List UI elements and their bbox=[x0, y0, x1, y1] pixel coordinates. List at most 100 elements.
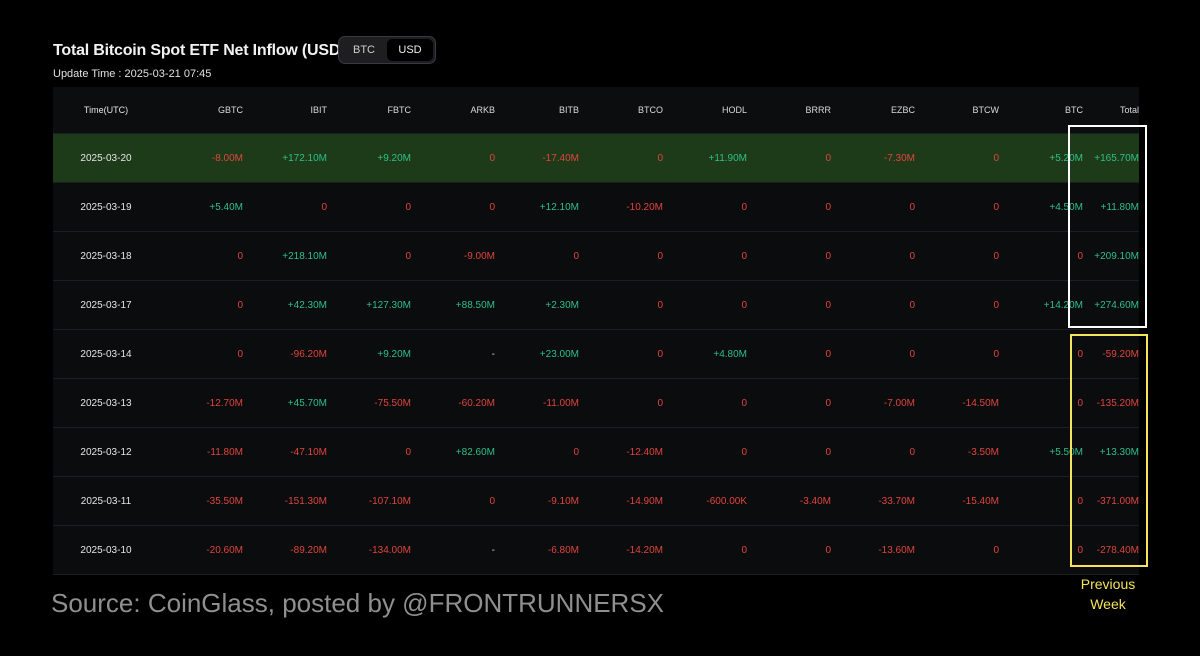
flow-cell: 0 bbox=[825, 152, 831, 164]
column-header[interactable]: BRRR bbox=[747, 105, 831, 115]
table-body: 2025-03-20 -8.00M +172.10M +9.20M 0 -17.40M 0 +… bbox=[53, 134, 1139, 575]
flow-cell: -3.50M bbox=[967, 446, 999, 458]
table-header-row: Time(UTC) GBTC IBIT FBTC ARKB BITB BTCO HODL BRR… bbox=[53, 87, 1139, 134]
row-date: 2025-03-17 bbox=[80, 299, 132, 311]
flow-cell: -13.60M bbox=[878, 544, 915, 556]
flow-cell: 0 bbox=[993, 152, 999, 164]
flow-cell: -9.10M bbox=[547, 495, 579, 507]
source-caption: Source: CoinGlass, posted by @FRONTRUNNE… bbox=[51, 588, 665, 618]
flow-cell: +11.90M bbox=[708, 152, 747, 164]
flow-cell: -60.20M bbox=[458, 397, 495, 409]
flow-cell: 0 bbox=[657, 299, 663, 311]
flow-cell: +2.30M bbox=[545, 299, 579, 311]
flow-cell: 0 bbox=[489, 201, 495, 213]
flow-cell: 0 bbox=[657, 348, 663, 360]
column-header[interactable]: FBTC bbox=[327, 105, 412, 115]
column-header[interactable]: EZBC bbox=[831, 105, 915, 115]
previous-week-label: Previous Week bbox=[1070, 574, 1146, 614]
flow-cell: 0 bbox=[909, 250, 915, 262]
flow-cell: 0 bbox=[657, 397, 663, 409]
flow-cell: -151.30M bbox=[284, 495, 327, 507]
toggle-btc-button[interactable]: BTC bbox=[341, 39, 387, 61]
table-row: 2025-03-10 -20.60M -89.20M -134.00M - -6.80M -… bbox=[53, 526, 1139, 575]
flow-cell: 0 bbox=[993, 348, 999, 360]
flow-cell: -134.00M bbox=[368, 544, 411, 556]
flow-cell: +5.40M bbox=[209, 201, 243, 213]
flow-cell: -6.80M bbox=[547, 544, 579, 556]
flow-cell: 0 bbox=[237, 299, 243, 311]
current-week-box bbox=[1068, 125, 1147, 328]
flow-cell: -11.00M bbox=[543, 397, 579, 409]
flow-cell: 0 bbox=[741, 201, 747, 213]
flow-cell: 0 bbox=[825, 348, 831, 360]
flow-cell: -35.50M bbox=[206, 495, 243, 507]
currency-toggle[interactable]: BTC USD bbox=[338, 36, 436, 64]
flow-cell: 0 bbox=[993, 250, 999, 262]
flow-cell: +9.20M bbox=[377, 152, 411, 164]
table-row: 2025-03-13 -12.70M +45.70M -75.50M -60.20M -1… bbox=[53, 379, 1139, 428]
row-date: 2025-03-18 bbox=[80, 250, 132, 262]
flow-cell: 0 bbox=[741, 397, 747, 409]
toggle-usd-button[interactable]: USD bbox=[387, 39, 433, 61]
column-header[interactable]: ARKB bbox=[411, 105, 495, 115]
column-header[interactable]: BITB bbox=[495, 105, 579, 115]
flow-cell: 0 bbox=[405, 201, 411, 213]
column-header[interactable]: BTCW bbox=[915, 105, 1000, 115]
flow-cell: -7.00M bbox=[883, 397, 915, 409]
flow-cell: -107.10M bbox=[368, 495, 411, 507]
column-header[interactable]: Total bbox=[1083, 105, 1139, 115]
column-header[interactable]: IBIT bbox=[243, 105, 327, 115]
flow-cell: -14.20M bbox=[626, 544, 663, 556]
flow-cell: 0 bbox=[825, 250, 831, 262]
column-header[interactable]: BTC bbox=[999, 105, 1083, 115]
column-header[interactable]: HODL bbox=[663, 105, 747, 115]
flow-cell: -15.40M bbox=[962, 495, 999, 507]
column-header[interactable]: Time(UTC) bbox=[53, 105, 159, 115]
flow-cell: 0 bbox=[237, 250, 243, 262]
column-header[interactable]: GBTC bbox=[159, 105, 243, 115]
flow-cell: -600.00K bbox=[706, 495, 747, 507]
flow-cell: 0 bbox=[825, 446, 831, 458]
flow-cell: 0 bbox=[993, 299, 999, 311]
flow-cell: +4.80M bbox=[713, 348, 747, 360]
flow-cell: 0 bbox=[825, 201, 831, 213]
flow-cell: +42.30M bbox=[287, 299, 327, 311]
table-row: 2025-03-12 -11.80M -47.10M 0 +82.60M 0 -12.40M… bbox=[53, 428, 1139, 477]
row-date: 2025-03-13 bbox=[80, 397, 132, 409]
flow-cell: 0 bbox=[573, 250, 579, 262]
flow-cell: -96.20M bbox=[290, 348, 327, 360]
table-row: 2025-03-14 0 -96.20M +9.20M - +23.00M 0 +4.80M 0… bbox=[53, 330, 1139, 379]
flow-cell: 0 bbox=[825, 397, 831, 409]
flow-cell: +172.10M bbox=[282, 152, 327, 164]
table-row: 2025-03-20 -8.00M +172.10M +9.20M 0 -17.40M 0 +… bbox=[53, 134, 1139, 183]
flow-cell: 0 bbox=[657, 152, 663, 164]
flow-cell: -7.30M bbox=[883, 152, 915, 164]
flow-cell: -47.10M bbox=[290, 446, 327, 458]
flow-cell: +127.30M bbox=[366, 299, 411, 311]
flow-cell: 0 bbox=[909, 348, 915, 360]
flow-cell: 0 bbox=[321, 201, 327, 213]
flow-cell: -17.40M bbox=[542, 152, 579, 164]
page-title: Total Bitcoin Spot ETF Net Inflow (USD) bbox=[53, 42, 346, 59]
update-time: Update Time : 2025-03-21 07:45 bbox=[53, 68, 212, 80]
flow-cell: +82.60M bbox=[455, 446, 495, 458]
flow-cell: -9.00M bbox=[463, 250, 495, 262]
flow-cell: -20.60M bbox=[206, 544, 243, 556]
flow-cell: -10.20M bbox=[626, 201, 663, 213]
table-row: 2025-03-18 0 +218.10M 0 -9.00M 0 0 0 0 0 0 0 +209.10… bbox=[53, 232, 1139, 281]
previous-week-box bbox=[1070, 334, 1148, 567]
flow-cell: 0 bbox=[741, 250, 747, 262]
etf-flow-table: Time(UTC) GBTC IBIT FBTC ARKB BITB BTCO HODL BRR… bbox=[53, 87, 1139, 575]
flow-cell: 0 bbox=[741, 544, 747, 556]
flow-cell: -89.20M bbox=[290, 544, 327, 556]
flow-cell: -12.40M bbox=[626, 446, 663, 458]
flow-cell: 0 bbox=[741, 299, 747, 311]
column-header[interactable]: BTCO bbox=[579, 105, 663, 115]
flow-cell: 0 bbox=[741, 446, 747, 458]
flow-cell: -3.40M bbox=[799, 495, 831, 507]
flow-cell: -11.80M bbox=[207, 446, 243, 458]
flow-cell: 0 bbox=[909, 446, 915, 458]
flow-cell: 0 bbox=[993, 544, 999, 556]
flow-cell: 0 bbox=[825, 544, 831, 556]
flow-cell: 0 bbox=[405, 446, 411, 458]
